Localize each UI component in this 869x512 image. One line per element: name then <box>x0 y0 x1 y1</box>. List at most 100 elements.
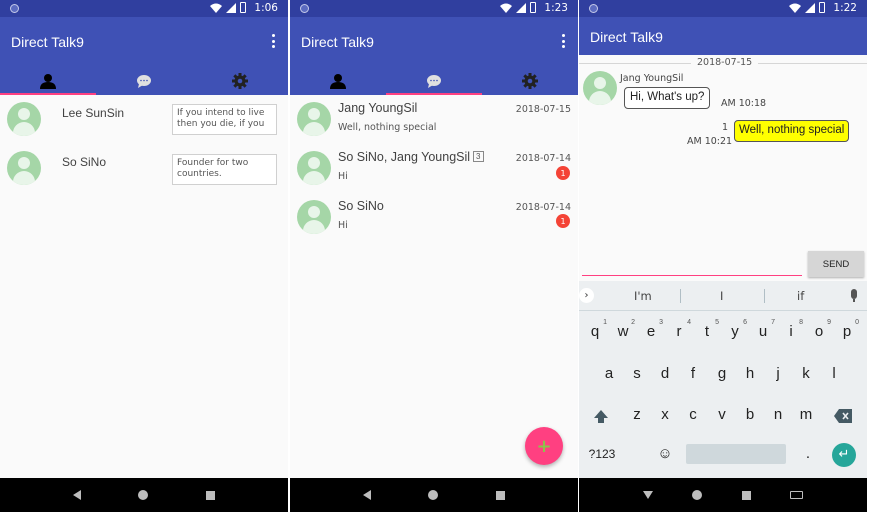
key-hint: 2 <box>631 319 635 326</box>
microphone-icon[interactable] <box>851 289 857 302</box>
key[interactable]: a <box>599 365 619 382</box>
tab-bar <box>290 67 578 95</box>
message-input[interactable] <box>582 252 802 276</box>
conversation-screen: 1:22 Direct Talk9 2018-07-15 Jang YoungS… <box>579 0 867 512</box>
suggestion[interactable]: I'm <box>634 289 652 303</box>
key-label: u <box>758 323 768 340</box>
signal-icon <box>226 2 236 13</box>
key-hint: 9 <box>827 319 831 326</box>
key[interactable]: e3 <box>641 319 663 340</box>
gear-icon <box>232 73 248 89</box>
room-title: Jang YoungSil <box>338 101 418 115</box>
room-date: 2018-07-14 <box>515 153 571 164</box>
key[interactable]: l <box>824 365 844 382</box>
key[interactable]: t5 <box>697 319 719 340</box>
key[interactable]: i8 <box>781 319 803 340</box>
recents-icon[interactable] <box>496 490 506 500</box>
space-key[interactable] <box>686 444 786 464</box>
home-icon[interactable] <box>692 490 703 500</box>
symbols-key[interactable]: ?123 <box>587 447 617 461</box>
room-date: 2018-07-15 <box>515 104 571 115</box>
room-last-message: Hi <box>338 220 348 231</box>
key[interactable]: p0 <box>837 319 859 340</box>
hide-keyboard-icon[interactable] <box>642 491 653 499</box>
key-hint: 4 <box>687 319 691 326</box>
send-button[interactable]: SEND <box>808 251 864 277</box>
key[interactable]: q1 <box>585 319 607 340</box>
status-time: 1:06 <box>254 2 278 14</box>
tab-chats[interactable] <box>386 67 482 95</box>
enter-icon[interactable]: ↵ <box>832 443 856 467</box>
overflow-menu-icon[interactable] <box>562 34 566 48</box>
key[interactable]: b <box>740 406 760 423</box>
shift-icon[interactable] <box>593 409 609 425</box>
key[interactable]: w2 <box>613 319 635 340</box>
status-bar: 1:06 <box>0 0 288 17</box>
signal-icon <box>805 2 815 13</box>
key-label: q <box>590 323 600 340</box>
app-title: Direct Talk9 <box>590 29 663 45</box>
key-hint: 0 <box>855 319 859 326</box>
key[interactable]: j <box>768 365 788 382</box>
app-bar: Direct Talk9 <box>290 17 578 67</box>
tab-settings[interactable] <box>482 67 578 95</box>
incoming-message-bubble: Hi, What's up? <box>624 87 711 109</box>
key[interactable]: u7 <box>753 319 775 340</box>
wifi-icon <box>210 3 222 13</box>
recents-icon[interactable] <box>206 490 216 500</box>
room-name: So SiNo <box>338 199 384 213</box>
key[interactable]: n <box>768 406 788 423</box>
key[interactable]: m <box>796 406 816 423</box>
back-icon[interactable] <box>362 490 371 500</box>
suggestion[interactable]: I <box>720 289 723 303</box>
room-title: So SiNo <box>338 199 384 213</box>
key[interactable]: x <box>655 406 675 423</box>
key[interactable]: z <box>627 406 647 423</box>
key[interactable]: k <box>796 365 816 382</box>
key[interactable]: f <box>683 365 703 382</box>
home-icon[interactable] <box>138 490 149 500</box>
date-separator: 2018-07-15 <box>579 57 867 69</box>
key-hint: 1 <box>603 319 607 326</box>
tab-chats[interactable] <box>96 67 192 95</box>
tab-friends[interactable] <box>290 67 386 95</box>
period-key[interactable]: . <box>798 445 818 462</box>
back-icon[interactable] <box>72 490 81 500</box>
gear-icon <box>522 73 538 89</box>
key[interactable]: h <box>740 365 760 382</box>
key[interactable]: v <box>712 406 732 423</box>
status-bar: 1:22 <box>579 0 867 17</box>
tab-settings[interactable] <box>192 67 288 95</box>
key-label: t <box>704 323 710 340</box>
key[interactable]: d <box>655 365 675 382</box>
suggestion[interactable]: if <box>797 289 804 303</box>
keyboard-switch-icon[interactable] <box>790 491 804 499</box>
tab-friends[interactable] <box>0 67 96 95</box>
avatar <box>583 71 617 105</box>
home-icon[interactable] <box>428 490 439 500</box>
key[interactable]: y6 <box>725 319 747 340</box>
system-nav-bar <box>579 478 867 512</box>
key[interactable]: s <box>627 365 647 382</box>
new-chat-fab[interactable]: + <box>525 427 563 465</box>
recents-icon[interactable] <box>741 490 751 500</box>
key[interactable]: g <box>712 365 732 382</box>
key[interactable]: r4 <box>669 319 692 340</box>
app-title: Direct Talk9 <box>11 34 84 50</box>
backspace-icon[interactable] <box>834 409 852 423</box>
emoji-icon[interactable]: ☺ <box>655 445 675 462</box>
chevron-right-icon[interactable]: › <box>579 288 594 303</box>
key[interactable]: c <box>683 406 703 423</box>
room-name: Jang YoungSil <box>338 101 417 115</box>
date-label: 2018-07-15 <box>691 57 759 68</box>
overflow-menu-icon[interactable] <box>272 34 276 48</box>
room-name: So SiNo, Jang YoungSil 3 <box>338 150 484 164</box>
avatar <box>297 102 331 136</box>
divider <box>680 289 681 303</box>
friend-name: So SiNo <box>62 155 107 169</box>
key-label: o <box>814 323 824 340</box>
suggestion-strip: › I'm I if <box>579 281 867 311</box>
unread-count: 1 <box>722 122 729 133</box>
key[interactable]: o9 <box>809 319 831 340</box>
friend-status-message: Founder for two countries. <box>172 154 277 185</box>
